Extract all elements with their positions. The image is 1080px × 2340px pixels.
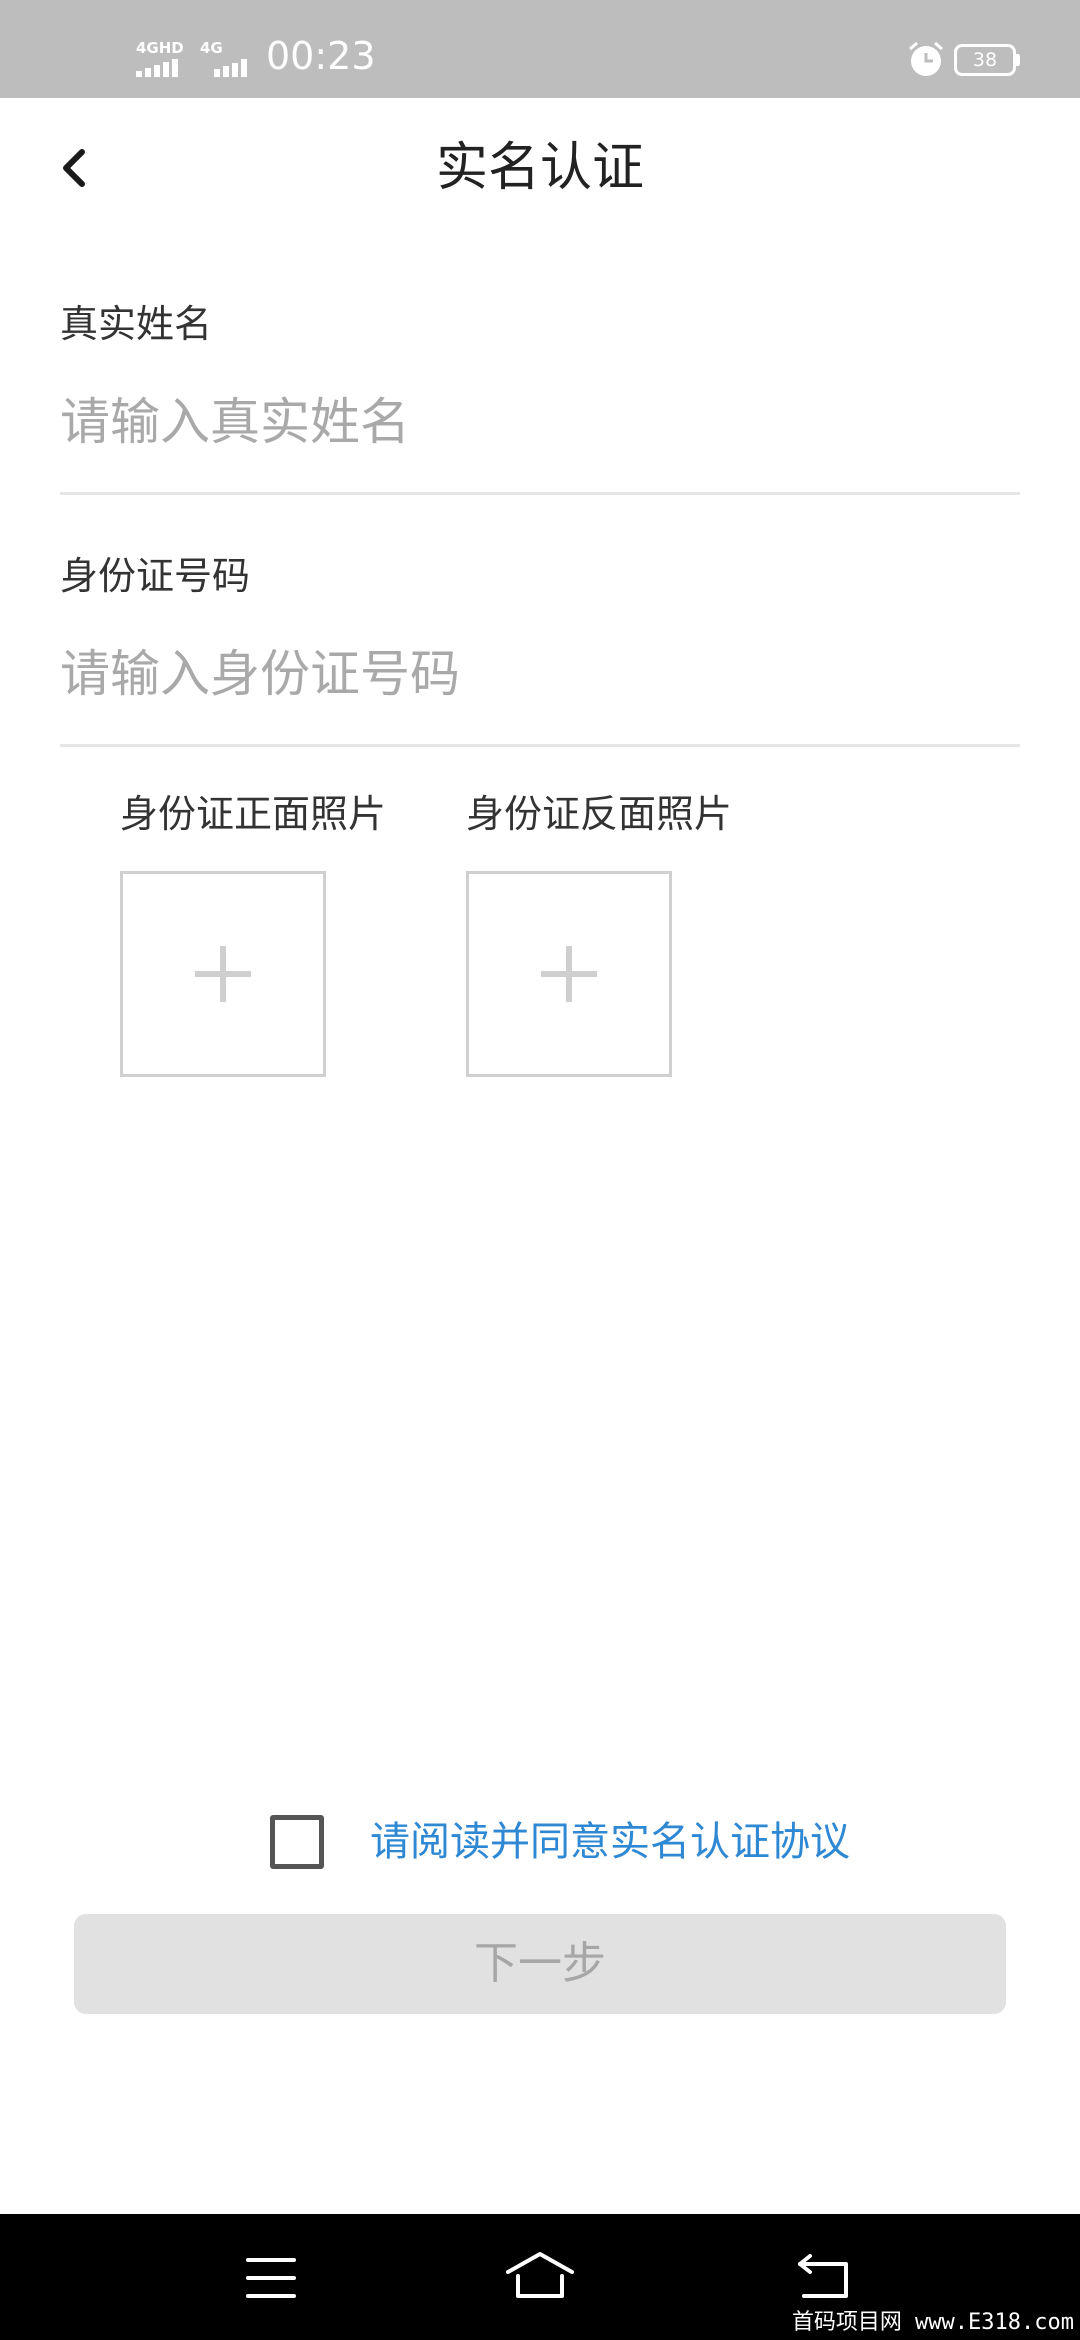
page-title: 实名认证	[435, 138, 644, 198]
alarm-icon	[909, 41, 943, 76]
battery-icon: 38	[954, 44, 1020, 76]
watermark: 首码项目网 www.E318.com	[791, 2310, 1074, 2335]
id-number-input[interactable]	[60, 634, 1020, 714]
home-icon[interactable]	[504, 2250, 576, 2302]
battery-level: 38	[972, 49, 998, 71]
id-back-upload-button[interactable]	[466, 871, 672, 1077]
sim1-network-label: 4GHD	[136, 39, 184, 57]
next-step-button[interactable]: 下一步	[74, 1914, 1006, 2014]
divider	[60, 744, 1020, 747]
id-front-photo-label: 身份证正面照片	[120, 792, 387, 836]
agreement-link[interactable]: 请阅读并同意实名认证协议	[370, 1818, 850, 1866]
id-number-label: 身份证号码	[60, 554, 251, 598]
sim1-signal-icon: 4GHD	[136, 40, 192, 78]
real-name-label: 真实姓名	[60, 302, 213, 346]
id-front-upload-button[interactable]	[120, 871, 326, 1077]
header: 实名认证	[0, 98, 1080, 248]
sim2-network-label: 4G	[200, 39, 223, 57]
back-icon[interactable]	[796, 2250, 852, 2302]
sim2-signal-icon: 4G	[200, 40, 256, 78]
real-name-input[interactable]	[60, 382, 1020, 462]
menu-icon[interactable]	[246, 2258, 296, 2298]
agreement-checkbox[interactable]	[270, 1815, 324, 1869]
plus-icon	[541, 946, 597, 1002]
id-back-photo-label: 身份证反面照片	[466, 792, 733, 836]
plus-icon	[195, 946, 251, 1002]
status-time: 00:23	[266, 34, 376, 78]
divider	[60, 492, 1020, 495]
real-name-auth-screen: 4GHD 4G 00:23 38 实名认证 真实姓名 请输入真实姓名 身份证号码…	[0, 0, 1080, 2340]
navigation-bar: 首码项目网 www.E318.com	[0, 2214, 1080, 2340]
status-bar: 4GHD 4G 00:23 38	[0, 0, 1080, 98]
